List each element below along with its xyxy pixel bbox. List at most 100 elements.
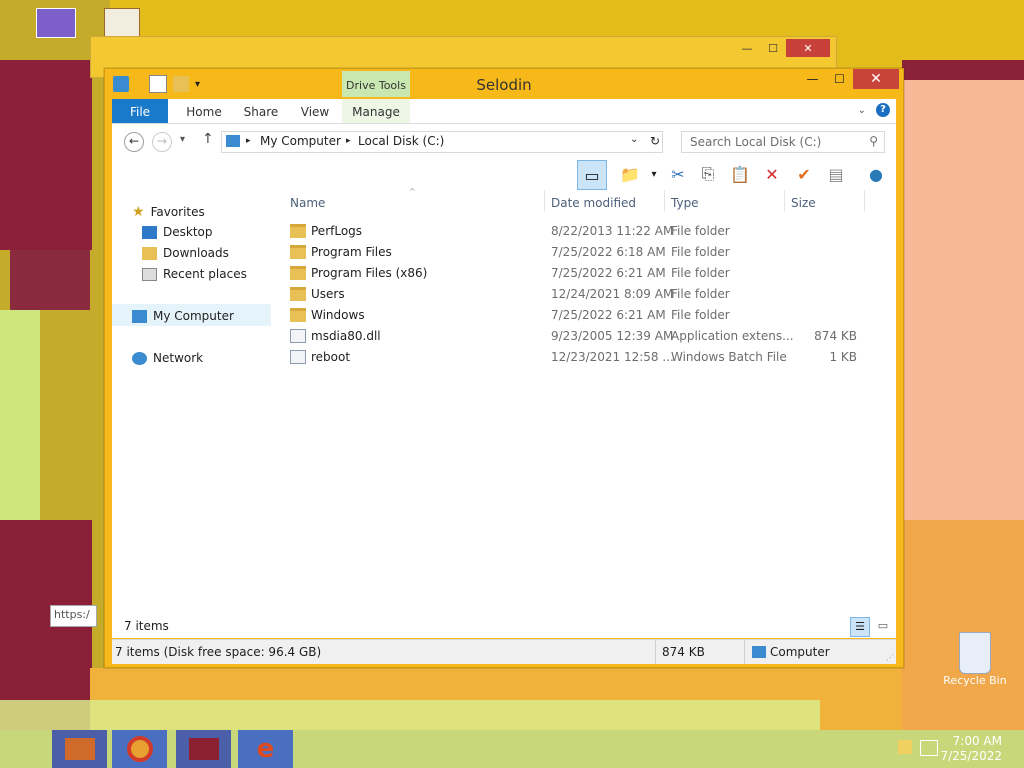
nav-favorites-label: Favorites: [150, 205, 205, 219]
tray-network-icon[interactable]: [920, 740, 938, 756]
taskbar-monitor-app[interactable]: [176, 730, 231, 768]
file-list: Name ^ Date modified Type Size PerfLogs 8…: [272, 187, 896, 638]
tray-flag-icon[interactable]: [898, 740, 912, 754]
close-icon[interactable]: ✕: [786, 39, 830, 57]
downloads-icon: [142, 246, 157, 260]
nav-my-computer[interactable]: My Computer: [132, 309, 234, 323]
expand-ribbon-icon[interactable]: ⌄: [858, 105, 866, 116]
file-name: msdia80.dll: [311, 329, 381, 343]
table-row[interactable]: Program Files 7/25/2022 6:18 AM File folde…: [272, 242, 872, 263]
column-name[interactable]: Name: [290, 196, 325, 210]
clock[interactable]: 7:00 AM 7/25/2022: [940, 734, 1002, 764]
details-view-icon[interactable]: ☰: [850, 617, 870, 637]
internet-explorer-icon: e: [256, 734, 275, 764]
recycle-bin-icon: [959, 632, 991, 674]
file-name: Windows: [311, 308, 365, 322]
address-dropdown-icon[interactable]: ⌄: [630, 134, 638, 145]
help-icon[interactable]: ?: [876, 103, 890, 117]
column-date-modified[interactable]: Date modified: [551, 196, 636, 210]
status-divider: [655, 640, 656, 664]
network-icon: [132, 351, 147, 365]
nav-desktop[interactable]: Desktop: [142, 225, 213, 239]
taskbar-internet-explorer[interactable]: e: [238, 730, 293, 768]
desktop-icon-folder[interactable]: [36, 8, 76, 38]
table-row[interactable]: Users 12/24/2021 8:09 AM File folder: [272, 284, 872, 305]
search-input[interactable]: Search Local Disk (C:) ⚲: [681, 131, 885, 153]
file-explorer-icon: [64, 738, 95, 760]
column-separator[interactable]: [664, 190, 665, 212]
file-name: Users: [311, 287, 345, 301]
properties-icon[interactable]: ▤: [824, 162, 848, 186]
tab-share[interactable]: Share: [236, 99, 286, 123]
file-name: Program Files: [311, 245, 392, 259]
column-size[interactable]: Size: [791, 196, 816, 210]
search-icon[interactable]: ⚲: [869, 134, 878, 148]
resize-grip-icon[interactable]: ⋰: [886, 653, 894, 662]
taskbar-file-explorer[interactable]: [52, 730, 107, 768]
breadcrumb-separator-icon[interactable]: ▸: [246, 136, 251, 146]
tab-file[interactable]: File: [112, 99, 168, 123]
file-date: 12/23/2021 12:58 ...: [551, 350, 674, 364]
options-dropdown-icon[interactable]: ▾: [642, 162, 666, 186]
column-type[interactable]: Type: [671, 196, 699, 210]
large-icons-view-icon[interactable]: ▭: [874, 617, 892, 635]
computer-icon: [752, 646, 766, 658]
file-name: Program Files (x86): [311, 266, 428, 280]
tab-manage[interactable]: Manage: [342, 99, 410, 123]
delete-icon[interactable]: ✕: [760, 162, 784, 186]
status-summary: 7 items (Disk free space: 96.4 GB): [115, 645, 322, 659]
column-separator[interactable]: [544, 190, 545, 212]
nav-downloads[interactable]: Downloads: [142, 246, 229, 260]
nav-network[interactable]: Network: [132, 351, 203, 365]
desktop-url-fragment: https:/: [50, 605, 97, 627]
table-row[interactable]: reboot 12/23/2021 12:58 ... Windows Batch …: [272, 347, 872, 368]
forward-icon[interactable]: →: [152, 132, 172, 152]
back-icon[interactable]: ←: [124, 132, 144, 152]
nav-recent-places[interactable]: Recent places: [142, 267, 247, 281]
desktop-icon-recycle-bin[interactable]: Recycle Bin: [938, 632, 1012, 687]
table-row[interactable]: PerfLogs 8/22/2013 11:22 AM File folder: [272, 221, 872, 242]
breadcrumb-local-disk[interactable]: Local Disk (C:): [358, 134, 444, 148]
address-bar[interactable]: ▸ My Computer ▸ Local Disk (C:) ⌄ ↻: [221, 131, 663, 153]
minimize-icon[interactable]: —: [799, 69, 826, 89]
tab-view[interactable]: View: [292, 99, 338, 123]
desktop-glitch-band: [902, 520, 1024, 730]
maximize-icon[interactable]: ☐: [826, 69, 853, 89]
file-type: Application extens...: [671, 329, 794, 343]
folder-options-icon[interactable]: 📁: [618, 162, 642, 186]
maximize-icon[interactable]: ☐: [760, 39, 786, 57]
nav-favorites[interactable]: ★ Favorites: [132, 204, 205, 220]
status-size: 874 KB: [662, 645, 705, 659]
minimize-icon[interactable]: —: [734, 39, 760, 57]
nav-recent-label: Recent places: [163, 267, 247, 281]
preview-pane-icon[interactable]: ▭: [577, 160, 607, 190]
taskbar: e 7:00 AM 7/25/2022: [0, 730, 1024, 768]
column-separator[interactable]: [864, 190, 865, 212]
folder-icon: [290, 266, 306, 280]
explorer-window[interactable]: ▾ Drive Tools Selodin — ☐ ✕ File Home Sh…: [104, 68, 904, 668]
recent-locations-icon[interactable]: ▾: [180, 134, 185, 145]
status-bar: 7 items (Disk free space: 96.4 GB) 874 K…: [112, 639, 896, 664]
refresh-icon[interactable]: ↻: [650, 134, 660, 148]
column-separator[interactable]: [784, 190, 785, 212]
rename-check-icon[interactable]: ✔: [792, 162, 816, 186]
items-count: 7 items: [124, 619, 169, 633]
batch-file-icon: [290, 350, 306, 364]
breadcrumb-my-computer[interactable]: My Computer: [260, 134, 341, 148]
up-icon[interactable]: ↑: [202, 131, 214, 147]
desktop-icon-app[interactable]: [104, 8, 140, 38]
table-row[interactable]: Windows 7/25/2022 6:21 AM File folder: [272, 305, 872, 326]
close-icon[interactable]: ✕: [853, 69, 899, 89]
table-row[interactable]: Program Files (x86) 7/25/2022 6:21 AM File…: [272, 263, 872, 284]
breadcrumb-separator-icon[interactable]: ▸: [346, 136, 351, 146]
taskbar-chrome[interactable]: [112, 730, 167, 768]
globe-icon[interactable]: ●: [864, 162, 888, 186]
cut-icon[interactable]: ✂: [666, 162, 690, 186]
table-row[interactable]: msdia80.dll 9/23/2005 12:39 AM Application…: [272, 326, 872, 347]
tab-home[interactable]: Home: [178, 99, 230, 123]
title-bar[interactable]: ▾ Drive Tools Selodin — ☐ ✕: [105, 69, 903, 99]
file-size: 874 KB: [814, 329, 857, 343]
paste-icon[interactable]: 📋: [728, 162, 752, 186]
copy-icon[interactable]: ⎘: [696, 162, 720, 186]
file-date: 7/25/2022 6:21 AM: [551, 308, 666, 322]
